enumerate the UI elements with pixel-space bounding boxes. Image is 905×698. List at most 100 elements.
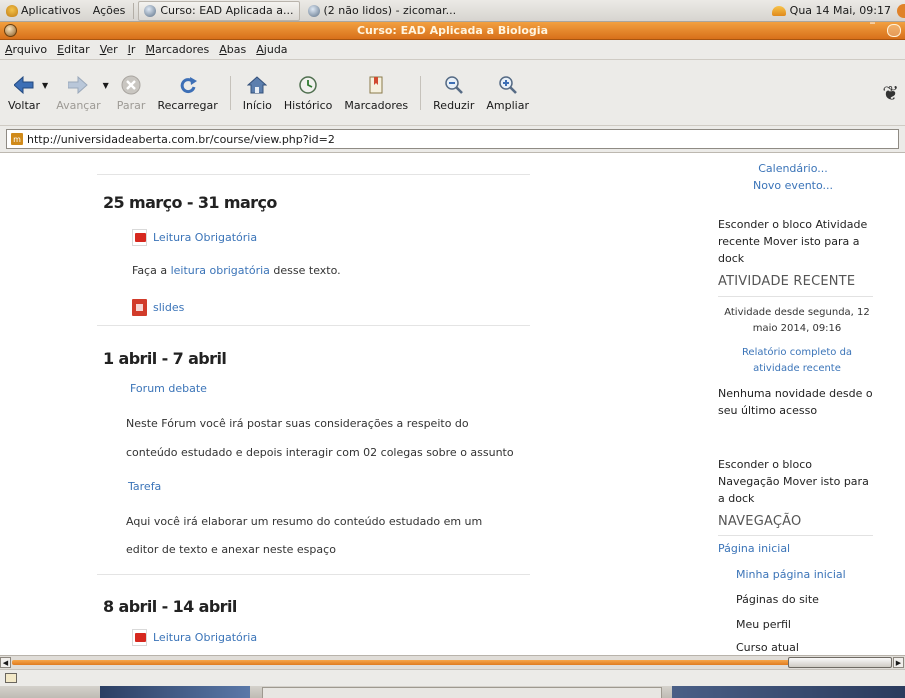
scroll-right-arrow-icon[interactable]: ▶ [893, 657, 904, 668]
menu-view[interactable]: Ver [95, 43, 123, 56]
zoom-in-label: Ampliar [486, 98, 529, 112]
forum-link[interactable]: Forum debate [130, 382, 207, 395]
calendar-link[interactable]: Calendário... [708, 162, 878, 175]
minimize-button[interactable]: ‾ [870, 23, 884, 37]
history-label: Histórico [283, 98, 333, 112]
scrollbar-track[interactable] [12, 660, 892, 665]
recent-activity-report-link[interactable]: Relatório completo da atividade recente [718, 345, 876, 377]
browser-globe-icon [144, 4, 157, 17]
gnome-bottom-panel [0, 686, 905, 698]
nav-my-home-link[interactable]: Minha página inicial [736, 568, 846, 581]
toolbar-separator [229, 75, 231, 110]
menu-edit[interactable]: Editar [52, 43, 95, 56]
new-event-link[interactable]: Novo evento... [708, 179, 878, 192]
stop-label: Parar [116, 98, 146, 112]
taskbar-item-mail[interactable]: (2 não lidos) - zicomar... [302, 1, 463, 21]
weather-sun-icon [771, 5, 786, 16]
menu-bookmarks[interactable]: Marcadores [140, 43, 214, 56]
taskbar-item-label: (2 não lidos) - zicomar... [323, 4, 457, 17]
assignment-description-line: Aqui você irá elaborar um resumo do cont… [126, 515, 483, 528]
pdf-icon [132, 229, 147, 246]
window-title: Curso: EAD Aplicada a Biologia [356, 24, 548, 37]
assignment-link[interactable]: Tarefa [128, 480, 161, 493]
section-divider [97, 325, 530, 326]
scrollbar-thumb[interactable] [788, 657, 892, 668]
nav-current-course[interactable]: Curso atual [736, 641, 799, 654]
resource-label: Leitura Obrigatória [153, 631, 258, 644]
assignment-description-line: editor de texto e anexar neste espaço [126, 543, 336, 556]
bookmarks-label: Marcadores [344, 98, 409, 112]
desktop-preview [100, 686, 250, 698]
menu-help[interactable]: Ajuda [251, 43, 292, 56]
navigation-block-controls[interactable]: Esconder o bloco Navegação Mover isto pa… [718, 456, 876, 507]
forward-history-dropdown[interactable]: ▼ [103, 81, 109, 90]
nav-my-profile[interactable]: Meu perfil [736, 618, 791, 631]
location-bar: m http://universidadeaberta.com.br/cours… [0, 126, 905, 153]
resource-link-reading[interactable]: Leitura Obrigatória [132, 229, 257, 246]
back-history-dropdown[interactable]: ▼ [42, 81, 48, 90]
forum-description-line: Neste Fórum você irá postar suas conside… [126, 417, 469, 430]
menu-file[interactable]: Arquivo [0, 43, 52, 56]
stop-button[interactable]: Parar [111, 62, 152, 124]
zoom-out-icon [443, 74, 465, 96]
presentation-icon [132, 299, 147, 316]
zoom-out-button[interactable]: Reduzir [427, 62, 480, 124]
power-icon[interactable] [897, 3, 905, 18]
back-button[interactable]: Voltar [2, 62, 46, 124]
clock-label: Qua 14 Mai, 09:17 [789, 4, 891, 17]
bookmarks-button[interactable]: Marcadores [338, 62, 414, 124]
toolbar-separator [420, 75, 422, 110]
forum-description-line: conteúdo estudado e depois interagir com… [126, 446, 514, 459]
section-title: 25 março - 31 março [103, 193, 277, 212]
home-button[interactable]: Início [237, 62, 278, 124]
url-text: http://universidadeaberta.com.br/course/… [27, 132, 335, 146]
maximize-button[interactable] [887, 24, 901, 37]
zoom-out-label: Reduzir [433, 98, 475, 112]
clock[interactable]: Qua 14 Mai, 09:17 [766, 0, 897, 22]
scroll-left-arrow-icon[interactable]: ◀ [0, 657, 11, 668]
reload-icon [177, 74, 199, 96]
reload-label: Recarregar [157, 98, 218, 112]
right-sidebar: Calendário... Novo evento... Esconder o … [700, 153, 905, 655]
resource-link-slides[interactable]: slides [132, 299, 184, 316]
forward-label: Avançar [56, 98, 101, 112]
horizontal-scrollbar[interactable]: ◀ ▶ [0, 655, 905, 669]
menu-go[interactable]: Ir [123, 43, 141, 56]
window-menu-icon[interactable] [4, 24, 17, 37]
applications-label: Aplicativos [21, 4, 81, 17]
summary-text-prefix: Faça a [132, 264, 171, 277]
forward-arrow-icon [67, 74, 89, 96]
zoom-in-button[interactable]: Ampliar [480, 62, 535, 124]
resource-link-reading[interactable]: Leitura Obrigatória [132, 629, 257, 646]
status-bar [0, 669, 905, 686]
pdf-icon [132, 629, 147, 646]
url-input[interactable]: m http://universidadeaberta.com.br/cours… [6, 129, 899, 149]
gnome-foot-icon [6, 4, 18, 17]
home-icon [246, 74, 268, 96]
inline-reading-link[interactable]: leitura obrigatória [171, 264, 270, 277]
stop-icon [120, 74, 142, 96]
applications-menu[interactable]: Aplicativos [0, 0, 87, 22]
history-button[interactable]: Histórico [278, 62, 338, 124]
forward-button[interactable]: Avançar [50, 62, 106, 124]
course-content: 25 março - 31 março Leitura Obrigatória … [0, 153, 700, 655]
menu-tabs[interactable]: Abas [214, 43, 251, 56]
reload-button[interactable]: Recarregar [151, 62, 223, 124]
home-label: Início [242, 98, 272, 112]
actions-menu[interactable]: Ações [87, 0, 132, 22]
section-title: 8 abril - 14 abril [103, 597, 237, 616]
page-viewport[interactable]: 25 março - 31 março Leitura Obrigatória … [0, 153, 905, 655]
taskbar-item-course[interactable]: Curso: EAD Aplicada a... [138, 0, 300, 21]
nav-home-link[interactable]: Página inicial [718, 542, 790, 555]
window-titlebar[interactable]: Curso: EAD Aplicada a Biologia ‾ [0, 22, 905, 40]
nav-site-pages[interactable]: Páginas do site [736, 593, 819, 606]
recent-block-controls[interactable]: Esconder o bloco Atividade recente Mover… [718, 216, 876, 267]
block-divider [718, 535, 873, 536]
bottom-panel-applets [672, 686, 905, 698]
bottom-taskbar-item[interactable] [262, 687, 662, 698]
summary-text-suffix: desse texto. [269, 264, 341, 277]
taskbar-item-label: Curso: EAD Aplicada a... [160, 4, 294, 17]
section-divider [97, 574, 530, 575]
site-favicon-icon: m [11, 133, 23, 145]
section-divider [97, 174, 530, 175]
